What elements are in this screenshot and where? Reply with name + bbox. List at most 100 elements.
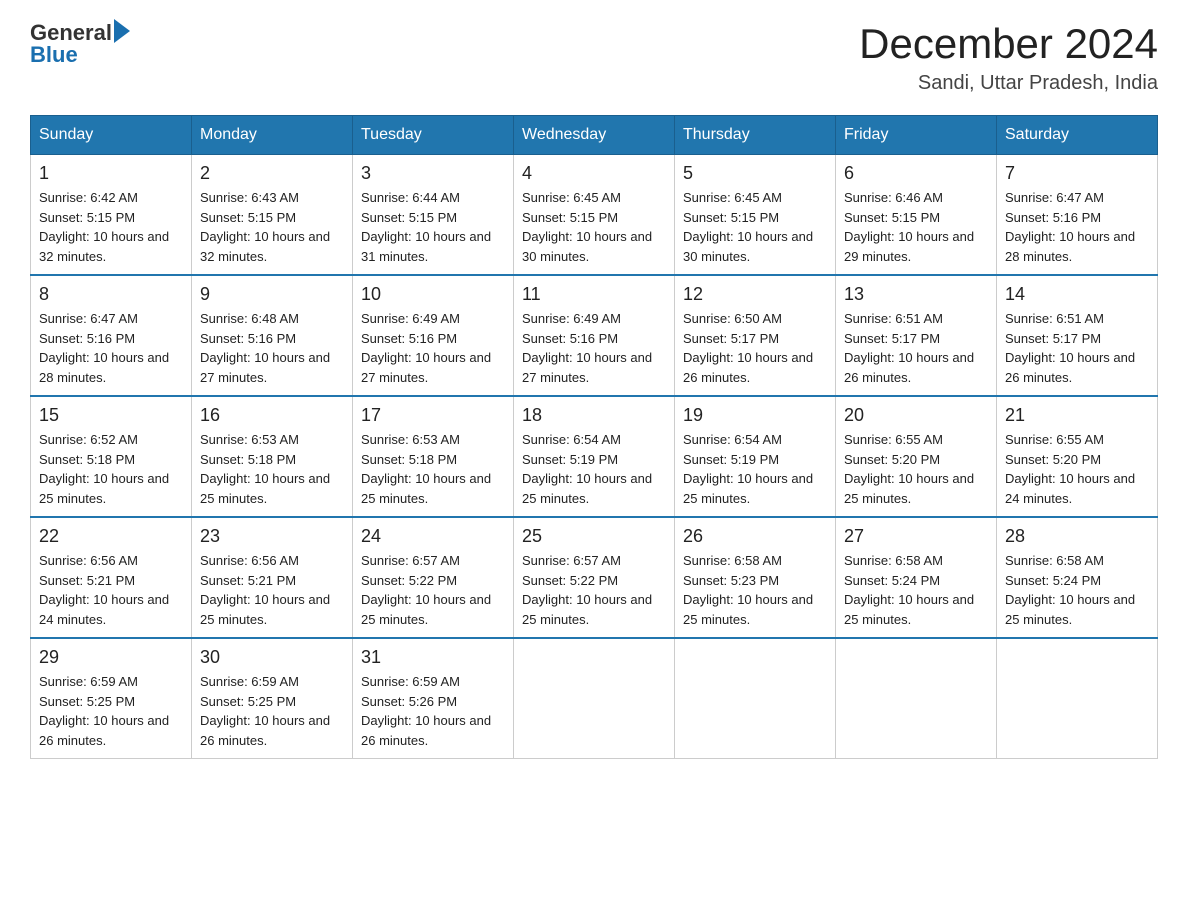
calendar-cell: 12 Sunrise: 6:50 AMSunset: 5:17 PMDaylig…	[675, 275, 836, 396]
day-info: Sunrise: 6:44 AMSunset: 5:15 PMDaylight:…	[361, 188, 505, 266]
day-number: 26	[683, 526, 827, 547]
calendar-cell	[997, 638, 1158, 759]
weekday-header-sunday: Sunday	[31, 116, 192, 155]
day-info: Sunrise: 6:46 AMSunset: 5:15 PMDaylight:…	[844, 188, 988, 266]
day-number: 10	[361, 284, 505, 305]
day-number: 23	[200, 526, 344, 547]
day-info: Sunrise: 6:59 AMSunset: 5:26 PMDaylight:…	[361, 672, 505, 750]
day-info: Sunrise: 6:45 AMSunset: 5:15 PMDaylight:…	[683, 188, 827, 266]
day-number: 7	[1005, 163, 1149, 184]
day-number: 12	[683, 284, 827, 305]
calendar-cell: 4 Sunrise: 6:45 AMSunset: 5:15 PMDayligh…	[514, 155, 675, 276]
day-number: 29	[39, 647, 183, 668]
calendar-subtitle: Sandi, Uttar Pradesh, India	[859, 72, 1158, 95]
weekday-header-saturday: Saturday	[997, 116, 1158, 155]
weekday-header-thursday: Thursday	[675, 116, 836, 155]
day-number: 9	[200, 284, 344, 305]
day-number: 15	[39, 405, 183, 426]
calendar-cell: 20 Sunrise: 6:55 AMSunset: 5:20 PMDaylig…	[836, 396, 997, 517]
calendar-cell: 25 Sunrise: 6:57 AMSunset: 5:22 PMDaylig…	[514, 517, 675, 638]
weekday-header-friday: Friday	[836, 116, 997, 155]
day-info: Sunrise: 6:45 AMSunset: 5:15 PMDaylight:…	[522, 188, 666, 266]
day-number: 21	[1005, 405, 1149, 426]
calendar-cell: 3 Sunrise: 6:44 AMSunset: 5:15 PMDayligh…	[353, 155, 514, 276]
calendar-cell: 26 Sunrise: 6:58 AMSunset: 5:23 PMDaylig…	[675, 517, 836, 638]
calendar-cell: 23 Sunrise: 6:56 AMSunset: 5:21 PMDaylig…	[192, 517, 353, 638]
calendar-table: SundayMondayTuesdayWednesdayThursdayFrid…	[30, 115, 1158, 759]
day-number: 1	[39, 163, 183, 184]
day-info: Sunrise: 6:48 AMSunset: 5:16 PMDaylight:…	[200, 309, 344, 387]
day-number: 8	[39, 284, 183, 305]
calendar-week-row: 22 Sunrise: 6:56 AMSunset: 5:21 PMDaylig…	[31, 517, 1158, 638]
calendar-cell: 31 Sunrise: 6:59 AMSunset: 5:26 PMDaylig…	[353, 638, 514, 759]
day-number: 18	[522, 405, 666, 426]
logo: General Blue	[30, 20, 130, 68]
calendar-cell: 17 Sunrise: 6:53 AMSunset: 5:18 PMDaylig…	[353, 396, 514, 517]
weekday-header-wednesday: Wednesday	[514, 116, 675, 155]
calendar-cell: 16 Sunrise: 6:53 AMSunset: 5:18 PMDaylig…	[192, 396, 353, 517]
calendar-cell: 14 Sunrise: 6:51 AMSunset: 5:17 PMDaylig…	[997, 275, 1158, 396]
calendar-cell: 13 Sunrise: 6:51 AMSunset: 5:17 PMDaylig…	[836, 275, 997, 396]
day-number: 16	[200, 405, 344, 426]
day-number: 2	[200, 163, 344, 184]
calendar-cell: 5 Sunrise: 6:45 AMSunset: 5:15 PMDayligh…	[675, 155, 836, 276]
day-info: Sunrise: 6:43 AMSunset: 5:15 PMDaylight:…	[200, 188, 344, 266]
day-number: 13	[844, 284, 988, 305]
day-info: Sunrise: 6:58 AMSunset: 5:24 PMDaylight:…	[844, 551, 988, 629]
day-info: Sunrise: 6:59 AMSunset: 5:25 PMDaylight:…	[39, 672, 183, 750]
day-info: Sunrise: 6:54 AMSunset: 5:19 PMDaylight:…	[522, 430, 666, 508]
calendar-cell	[675, 638, 836, 759]
calendar-cell: 9 Sunrise: 6:48 AMSunset: 5:16 PMDayligh…	[192, 275, 353, 396]
day-info: Sunrise: 6:57 AMSunset: 5:22 PMDaylight:…	[522, 551, 666, 629]
day-number: 28	[1005, 526, 1149, 547]
calendar-cell: 27 Sunrise: 6:58 AMSunset: 5:24 PMDaylig…	[836, 517, 997, 638]
calendar-cell: 22 Sunrise: 6:56 AMSunset: 5:21 PMDaylig…	[31, 517, 192, 638]
day-number: 11	[522, 284, 666, 305]
day-number: 19	[683, 405, 827, 426]
day-info: Sunrise: 6:59 AMSunset: 5:25 PMDaylight:…	[200, 672, 344, 750]
calendar-cell: 2 Sunrise: 6:43 AMSunset: 5:15 PMDayligh…	[192, 155, 353, 276]
logo-arrow-icon	[114, 19, 130, 43]
day-info: Sunrise: 6:42 AMSunset: 5:15 PMDaylight:…	[39, 188, 183, 266]
day-info: Sunrise: 6:56 AMSunset: 5:21 PMDaylight:…	[39, 551, 183, 629]
calendar-cell: 10 Sunrise: 6:49 AMSunset: 5:16 PMDaylig…	[353, 275, 514, 396]
day-number: 25	[522, 526, 666, 547]
calendar-cell: 29 Sunrise: 6:59 AMSunset: 5:25 PMDaylig…	[31, 638, 192, 759]
day-number: 4	[522, 163, 666, 184]
day-info: Sunrise: 6:53 AMSunset: 5:18 PMDaylight:…	[200, 430, 344, 508]
day-info: Sunrise: 6:47 AMSunset: 5:16 PMDaylight:…	[39, 309, 183, 387]
calendar-cell: 24 Sunrise: 6:57 AMSunset: 5:22 PMDaylig…	[353, 517, 514, 638]
calendar-cell: 7 Sunrise: 6:47 AMSunset: 5:16 PMDayligh…	[997, 155, 1158, 276]
calendar-week-row: 15 Sunrise: 6:52 AMSunset: 5:18 PMDaylig…	[31, 396, 1158, 517]
calendar-cell: 11 Sunrise: 6:49 AMSunset: 5:16 PMDaylig…	[514, 275, 675, 396]
day-info: Sunrise: 6:54 AMSunset: 5:19 PMDaylight:…	[683, 430, 827, 508]
day-info: Sunrise: 6:47 AMSunset: 5:16 PMDaylight:…	[1005, 188, 1149, 266]
day-number: 6	[844, 163, 988, 184]
day-number: 5	[683, 163, 827, 184]
weekday-header-tuesday: Tuesday	[353, 116, 514, 155]
day-info: Sunrise: 6:49 AMSunset: 5:16 PMDaylight:…	[361, 309, 505, 387]
weekday-header-row: SundayMondayTuesdayWednesdayThursdayFrid…	[31, 116, 1158, 155]
day-info: Sunrise: 6:56 AMSunset: 5:21 PMDaylight:…	[200, 551, 344, 629]
weekday-header-monday: Monday	[192, 116, 353, 155]
day-number: 24	[361, 526, 505, 547]
calendar-cell: 6 Sunrise: 6:46 AMSunset: 5:15 PMDayligh…	[836, 155, 997, 276]
day-info: Sunrise: 6:53 AMSunset: 5:18 PMDaylight:…	[361, 430, 505, 508]
calendar-cell	[514, 638, 675, 759]
day-info: Sunrise: 6:55 AMSunset: 5:20 PMDaylight:…	[1005, 430, 1149, 508]
calendar-cell: 1 Sunrise: 6:42 AMSunset: 5:15 PMDayligh…	[31, 155, 192, 276]
day-number: 14	[1005, 284, 1149, 305]
calendar-cell: 8 Sunrise: 6:47 AMSunset: 5:16 PMDayligh…	[31, 275, 192, 396]
calendar-week-row: 1 Sunrise: 6:42 AMSunset: 5:15 PMDayligh…	[31, 155, 1158, 276]
day-number: 31	[361, 647, 505, 668]
day-info: Sunrise: 6:55 AMSunset: 5:20 PMDaylight:…	[844, 430, 988, 508]
day-info: Sunrise: 6:51 AMSunset: 5:17 PMDaylight:…	[844, 309, 988, 387]
calendar-cell: 30 Sunrise: 6:59 AMSunset: 5:25 PMDaylig…	[192, 638, 353, 759]
day-number: 17	[361, 405, 505, 426]
day-number: 20	[844, 405, 988, 426]
calendar-cell: 19 Sunrise: 6:54 AMSunset: 5:19 PMDaylig…	[675, 396, 836, 517]
day-number: 30	[200, 647, 344, 668]
calendar-cell: 21 Sunrise: 6:55 AMSunset: 5:20 PMDaylig…	[997, 396, 1158, 517]
calendar-week-row: 29 Sunrise: 6:59 AMSunset: 5:25 PMDaylig…	[31, 638, 1158, 759]
day-number: 27	[844, 526, 988, 547]
